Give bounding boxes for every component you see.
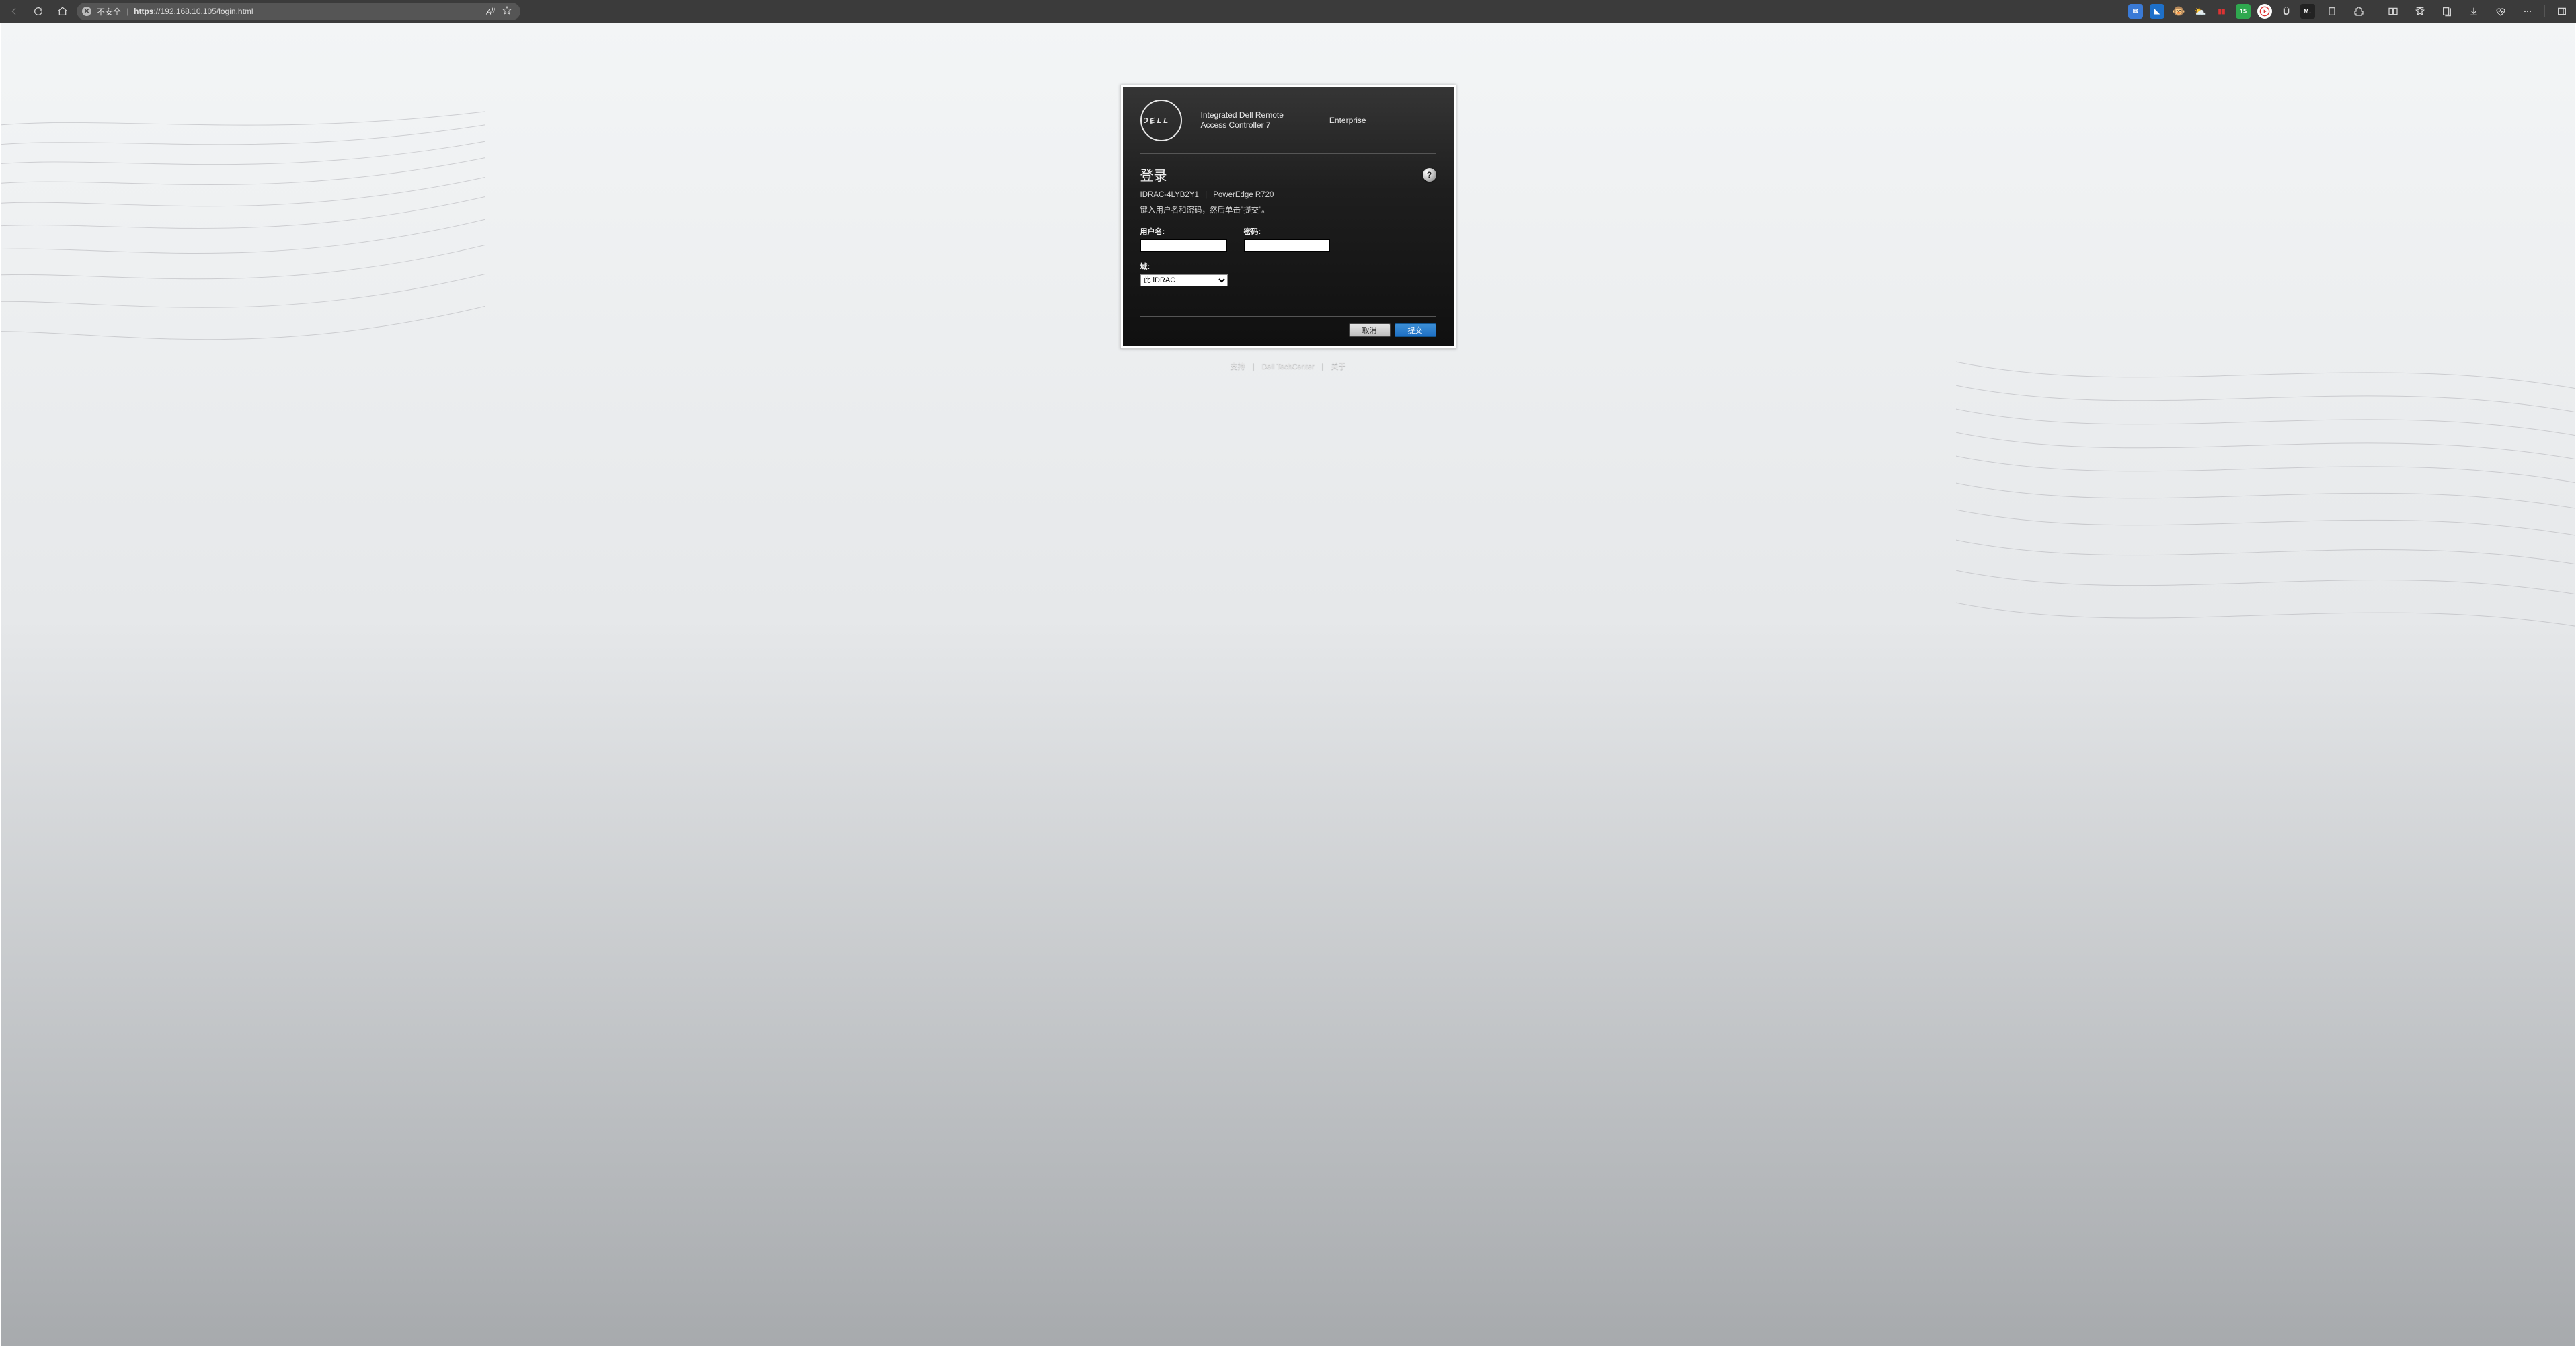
footer-support-link[interactable]: 支持 (1230, 362, 1245, 371)
svg-text:D: D (1144, 117, 1149, 125)
nav-home-button[interactable] (52, 1, 73, 22)
help-button[interactable]: ? (1423, 168, 1436, 182)
split-screen-button[interactable] (2383, 1, 2403, 22)
page-viewport: D E L L Integrated Dell Remote Access Co… (0, 23, 2576, 1347)
ext-md-icon[interactable]: M↓ (2300, 4, 2315, 19)
submit-button[interactable]: 提交 (1395, 323, 1436, 337)
ext-pause-icon[interactable]: ▮▮ (2214, 4, 2229, 19)
ext-magnet-icon[interactable]: Ü (2279, 4, 2294, 19)
more-button[interactable] (2518, 1, 2538, 22)
svg-text:L: L (1156, 117, 1162, 125)
address-bar[interactable]: ✕ 不安全 | https://192.168.10.105/login.htm… (77, 3, 520, 20)
nav-refresh-button[interactable] (28, 1, 48, 22)
password-input[interactable] (1244, 239, 1330, 252)
ext-page-icon[interactable] (2322, 1, 2342, 22)
url-path: ://192.168.10.105/login.html (153, 7, 253, 16)
browser-toolbar: ✕ 不安全 | https://192.168.10.105/login.htm… (0, 0, 2576, 23)
cancel-button[interactable]: 取消 (1349, 323, 1391, 337)
favorites-button[interactable] (2410, 1, 2430, 22)
svg-text:L: L (1163, 117, 1169, 125)
header-divider (1140, 153, 1436, 154)
password-label: 密码: (1244, 226, 1330, 237)
dell-logo: D E L L (1140, 100, 1182, 141)
idrac-hostname: IDRAC-4LYB2Y1 (1140, 191, 1199, 199)
ext-adguard-icon[interactable]: 15 (2236, 4, 2251, 19)
system-id-line: IDRAC-4LYB2Y1 | PowerEdge R720 (1140, 191, 1436, 199)
server-model: PowerEdge R720 (1213, 191, 1274, 199)
extensions-row: ✉ ◣ 🐵 ⛅ ▮▮ 15 Ü M↓ (2128, 1, 2572, 22)
favorite-star-icon[interactable] (502, 5, 512, 18)
edition-label: Enterprise (1329, 116, 1366, 125)
ext-weather-icon[interactable]: ⛅ (2193, 4, 2208, 19)
not-secure-icon: ✕ (82, 7, 91, 16)
login-hint: 键入用户名和密码，然后单击"提交"。 (1140, 204, 1436, 215)
ext-monkey-icon[interactable]: 🐵 (2171, 4, 2186, 19)
domain-label: 域: (1140, 261, 1228, 272)
domain-select[interactable]: 此 iDRAC (1140, 274, 1228, 286)
ext-mail-icon[interactable]: ✉ (2128, 4, 2143, 19)
svg-text:E: E (1149, 116, 1155, 126)
downloads-button[interactable] (2464, 1, 2484, 22)
decorative-waves-left (0, 104, 485, 399)
decorative-waves-right (1956, 346, 2576, 655)
ext-video-icon[interactable] (2257, 4, 2272, 19)
ext-send-icon[interactable]: ◣ (2150, 4, 2164, 19)
security-label: 不安全 (97, 6, 121, 17)
footer-about-link[interactable]: 关于 (1331, 362, 1346, 371)
collections-button[interactable] (2437, 1, 2457, 22)
url-separator: | (126, 7, 128, 16)
product-name: Integrated Dell Remote Access Controller… (1201, 110, 1284, 130)
nav-back-button[interactable] (4, 1, 24, 22)
performance-button[interactable] (2491, 1, 2511, 22)
footer-links: 支持 | Dell TechCenter | 关于 (1230, 360, 1345, 371)
read-aloud-icon[interactable]: A)) (486, 7, 495, 17)
button-row: 取消 提交 (1140, 316, 1436, 337)
sidebar-toggle-button[interactable] (2552, 1, 2572, 22)
username-label: 用户名: (1140, 226, 1226, 237)
url-protocol: https (134, 7, 153, 16)
login-panel: D E L L Integrated Dell Remote Access Co… (1120, 85, 1456, 349)
login-heading: 登录 (1140, 165, 1167, 184)
extensions-button[interactable] (2349, 1, 2369, 22)
footer-techcenter-link[interactable]: Dell TechCenter (1261, 362, 1314, 371)
username-input[interactable] (1140, 239, 1226, 252)
